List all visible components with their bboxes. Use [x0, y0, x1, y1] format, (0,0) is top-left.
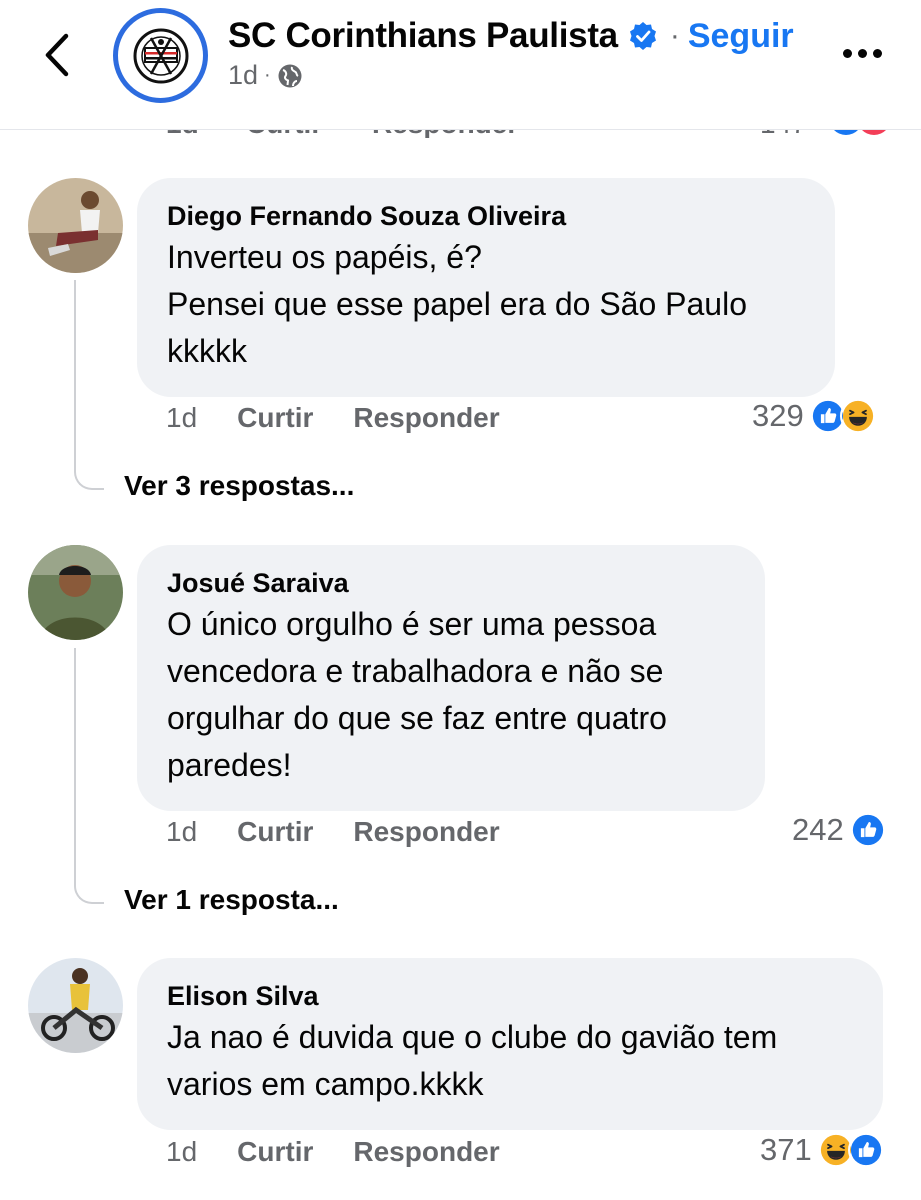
view-replies-link[interactable]: Ver 3 respostas... [124, 470, 354, 502]
comment-bubble: Elison Silva Ja nao é duvida que o clube… [137, 958, 883, 1130]
like-icon [847, 1132, 884, 1168]
like-button[interactable]: Curtir [237, 1136, 313, 1168]
comment-bubble: Diego Fernando Souza Oliveira Inverteu o… [137, 178, 835, 397]
back-button[interactable] [38, 30, 78, 80]
follow-button[interactable]: Seguir [688, 17, 794, 56]
user-photo-icon [28, 178, 123, 273]
name-separator: · [669, 19, 680, 52]
globe-icon [278, 64, 302, 87]
corinthians-logo-icon [133, 28, 188, 83]
haha-icon [839, 398, 876, 434]
reaction-count: 242 [792, 812, 844, 847]
like-button[interactable]: Curtir [237, 402, 313, 434]
thread-line [74, 648, 76, 884]
comment-time[interactable]: 1d [166, 816, 197, 848]
more-options-button[interactable] [843, 38, 889, 68]
avatar[interactable] [28, 545, 123, 640]
post-time: 1d [228, 60, 259, 90]
reaction-summary[interactable]: 371 [760, 1132, 884, 1168]
comment-text: Ja nao é duvida que o clube do gavião te… [167, 1019, 778, 1102]
dot [843, 48, 852, 58]
comment-time[interactable]: 1d [166, 1136, 197, 1168]
reaction-count: 329 [752, 398, 804, 433]
comment-author[interactable]: Josué Saraiva [167, 565, 735, 601]
reply-button[interactable]: Responder [353, 1136, 499, 1168]
chevron-left-icon [45, 33, 69, 77]
like-icon [849, 812, 886, 848]
comment-actions: 1d Curtir Responder [166, 402, 540, 434]
post-meta: 1d · [228, 60, 303, 91]
verified-badge-icon [629, 22, 656, 50]
reaction-summary[interactable]: 242 [792, 812, 886, 848]
comment-actions: 1d Curtir Responder [166, 1136, 540, 1168]
comment-actions: 1d Curtir Responder [166, 816, 540, 848]
page-name-row: SC Corinthians Paulista · Seguir [228, 14, 794, 58]
meta-separator: · [264, 64, 271, 86]
user-photo-icon [28, 958, 123, 1053]
avatar[interactable] [28, 178, 123, 273]
view-replies-link[interactable]: Ver 1 resposta... [124, 884, 339, 916]
post-header: SC Corinthians Paulista · Seguir 1d · [0, 0, 921, 130]
page-avatar[interactable] [113, 8, 208, 103]
dot [873, 48, 882, 58]
comment-time[interactable]: 1d [166, 402, 197, 434]
user-photo-icon [28, 545, 123, 640]
reaction-count: 371 [760, 1132, 812, 1167]
avatar[interactable] [28, 958, 123, 1053]
reply-button[interactable]: Responder [353, 402, 499, 434]
reply-button[interactable]: Responder [353, 816, 499, 848]
thread-line [74, 280, 76, 470]
comment-text: Inverteu os papéis, é? Pensei que esse p… [167, 239, 747, 369]
page-name[interactable]: SC Corinthians Paulista [228, 16, 618, 56]
like-button[interactable]: Curtir [237, 816, 313, 848]
thread-hook [74, 468, 104, 490]
dot [858, 48, 867, 58]
comment-author[interactable]: Diego Fernando Souza Oliveira [167, 198, 805, 234]
comment-bubble: Josué Saraiva O único orgulho é ser uma … [137, 545, 765, 811]
comment-author[interactable]: Elison Silva [167, 978, 853, 1014]
comment-text: O único orgulho é ser uma pessoa vencedo… [167, 606, 667, 783]
thread-hook [74, 882, 104, 904]
reaction-summary[interactable]: 329 [752, 398, 876, 434]
